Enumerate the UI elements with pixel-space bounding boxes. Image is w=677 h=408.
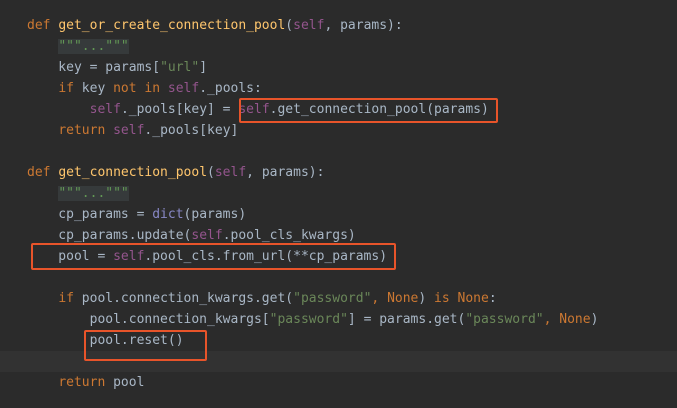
- code-token: pool.connection_kwargs[: [27, 312, 270, 327]
- code-token: (params): [183, 207, 247, 222]
- code-token: cp_params =: [27, 207, 153, 222]
- code-token: ._pools:: [199, 81, 262, 96]
- code-text: def get_or_create_connection_pool(self, …: [27, 15, 403, 36]
- code-text: self._pools[key] = self.get_connection_p…: [27, 99, 489, 120]
- code-text: """...""": [27, 183, 129, 204]
- code-token: .pool_cls.from_url(**cp_params): [144, 249, 388, 264]
- code-token: if: [58, 81, 82, 96]
- code-token: (: [285, 18, 294, 33]
- code-token: get_connection_pool: [58, 165, 208, 180]
- code-line[interactable]: pool = self.pool_cls.from_url(**cp_param…: [0, 246, 677, 267]
- code-token: pool =: [27, 249, 114, 264]
- code-token: self: [167, 81, 200, 96]
- code-token: "password": [293, 291, 372, 306]
- code-text: pool.reset(): [27, 330, 184, 351]
- code-token: None: [559, 312, 591, 327]
- code-token: .pool_cls_kwargs): [222, 228, 356, 243]
- code-line[interactable]: if key not in self._pools:: [0, 78, 677, 99]
- code-token: key = params[: [27, 60, 161, 75]
- code-text: cp_params.update(self.pool_cls_kwargs): [27, 225, 356, 246]
- code-line[interactable]: [0, 267, 677, 288]
- code-line[interactable]: self._pools[key] = self.get_connection_p…: [0, 99, 677, 120]
- code-line[interactable]: def get_or_create_connection_pool(self, …: [0, 15, 677, 36]
- code-line[interactable]: """...""": [0, 183, 677, 204]
- code-token: None: [457, 291, 489, 306]
- code-text: if key not in self._pools:: [27, 78, 262, 99]
- code-line[interactable]: return self._pools[key]: [0, 120, 677, 141]
- code-token: return: [58, 123, 114, 138]
- code-token: def: [27, 165, 59, 180]
- code-line[interactable]: [0, 141, 677, 162]
- code-token: (: [207, 165, 215, 180]
- code-token: pool.connection_kwargs.get(: [81, 291, 294, 306]
- code-line[interactable]: cp_params.update(self.pool_cls_kwargs): [0, 225, 677, 246]
- code-line[interactable]: def get_connection_pool(self, params):: [0, 162, 677, 183]
- code-token: self: [238, 102, 270, 117]
- code-token: pool: [113, 375, 145, 390]
- code-text: def get_connection_pool(self, params):: [27, 162, 324, 183]
- code-token: ): [590, 312, 599, 327]
- code-line[interactable]: """...""": [0, 36, 677, 57]
- code-text: pool.connection_kwargs["password"] = par…: [27, 309, 599, 330]
- code-text: return self._pools[key]: [27, 120, 238, 141]
- code-text: """...""": [27, 36, 129, 57]
- code-token: dict: [152, 207, 184, 222]
- code-editor[interactable]: def get_or_create_connection_pool(self, …: [0, 0, 677, 408]
- code-token: self: [293, 18, 325, 33]
- code-token: ): [418, 291, 435, 306]
- code-token: "password": [269, 312, 348, 327]
- code-token: return: [58, 375, 114, 390]
- code-token: .get_connection_pool(params): [269, 102, 489, 117]
- code-line[interactable]: [0, 351, 677, 372]
- code-token: ._pools[key] =: [120, 102, 239, 117]
- code-token: """...""": [58, 186, 129, 201]
- code-token: "password": [465, 312, 544, 327]
- code-token: if: [58, 291, 82, 306]
- code-token: :: [488, 291, 497, 306]
- code-text: if pool.connection_kwargs.get("password"…: [27, 288, 497, 309]
- code-token: , params):: [324, 18, 403, 33]
- code-token: """...""": [58, 39, 129, 54]
- code-token: ] = params.get(: [347, 312, 466, 327]
- code-token: "url": [160, 60, 200, 75]
- code-token: ._pools[key]: [144, 123, 239, 138]
- code-line[interactable]: cp_params = dict(params): [0, 204, 677, 225]
- code-token: ,: [543, 312, 560, 327]
- code-token: cp_params.update(: [27, 228, 192, 243]
- code-token: , params):: [246, 165, 325, 180]
- code-token: key: [81, 81, 114, 96]
- code-text: key = params["url"]: [27, 57, 207, 78]
- code-token: def: [27, 18, 59, 33]
- code-line[interactable]: pool.connection_kwargs["password"] = par…: [0, 309, 677, 330]
- code-token: None: [387, 291, 419, 306]
- code-token: pool.reset(): [27, 333, 184, 348]
- code-token: self: [113, 123, 145, 138]
- code-text: cp_params = dict(params): [27, 204, 246, 225]
- code-line[interactable]: key = params["url"]: [0, 57, 677, 78]
- code-token: get_or_create_connection_pool: [58, 18, 286, 33]
- code-token: ]: [199, 60, 208, 75]
- code-token: self: [214, 165, 247, 180]
- code-token: self: [113, 249, 145, 264]
- code-line[interactable]: if pool.connection_kwargs.get("password"…: [0, 288, 677, 309]
- code-text: return pool: [27, 372, 144, 393]
- code-token: ,: [371, 291, 388, 306]
- code-line[interactable]: pool.reset(): [0, 330, 677, 351]
- code-line[interactable]: return pool: [0, 372, 677, 393]
- code-text: pool = self.pool_cls.from_url(**cp_param…: [27, 246, 387, 267]
- code-token: is: [434, 291, 458, 306]
- code-token: not in: [113, 81, 168, 96]
- code-token: self: [89, 102, 121, 117]
- code-token: self: [191, 228, 223, 243]
